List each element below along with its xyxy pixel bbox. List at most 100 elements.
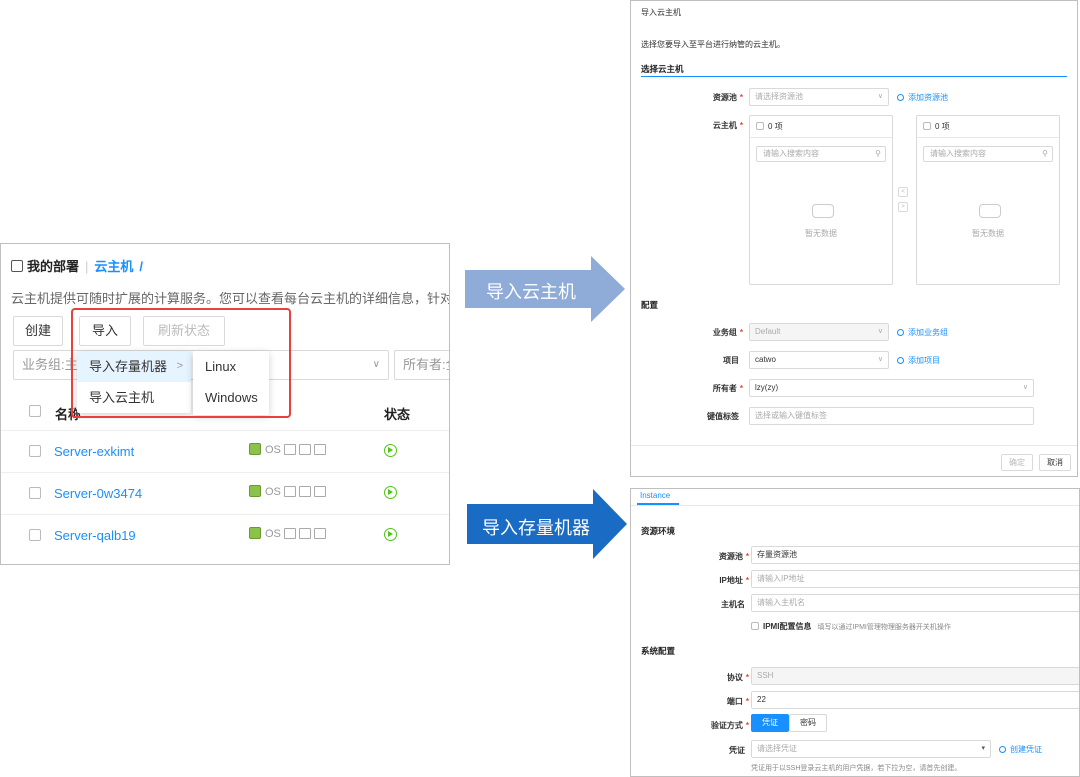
tags-input[interactable]: 选择或输入键值标签 [749, 407, 1034, 425]
add-business-group-link[interactable]: 添加业务组 [897, 327, 948, 338]
tab-instance[interactable]: Instance [640, 491, 670, 500]
transfer-right-arrow[interactable]: > [898, 202, 908, 212]
monitor-icon[interactable] [298, 528, 311, 539]
menu-item-import-existing[interactable]: 导入存量机器 > [77, 351, 191, 382]
resource-pool-select[interactable]: 存量资源池 [751, 546, 1079, 564]
download-icon[interactable] [313, 528, 326, 539]
transfer-target-header: 0 项 [917, 116, 1059, 138]
credential-select[interactable]: 请选择凭证 ▾ [751, 740, 991, 758]
caret-down-icon: ▾ [981, 745, 985, 752]
monitor-icon[interactable] [298, 444, 311, 455]
import-existing-arrow-label: 导入存量机器 [482, 518, 590, 538]
breadcrumb-current[interactable]: 云主机 [94, 259, 133, 274]
chevron-down-icon: ∨ [1022, 384, 1028, 391]
resource-pool-select[interactable]: 请选择资源池 ∨ [749, 88, 889, 106]
console-icon[interactable] [283, 444, 296, 455]
protocol-select[interactable]: SSH [751, 667, 1079, 685]
vm-label-text: 云主机 [712, 121, 737, 130]
select-all-source-checkbox[interactable] [756, 122, 764, 130]
transfer-target-list: 0 项 请输入搜索内容 ⚲ 暂无数据 [916, 115, 1060, 285]
target-search-input[interactable]: 请输入搜索内容 ⚲ [923, 146, 1053, 162]
section-config: 配置 [641, 300, 659, 310]
add-resource-pool-text: 添加资源池 [908, 93, 948, 102]
submenu-item-windows[interactable]: Windows [193, 382, 269, 413]
vm-name-link[interactable]: Server-qalb19 [54, 528, 136, 543]
console-icon[interactable] [283, 528, 296, 539]
empty-icon [812, 204, 834, 218]
auth-label: 验证方式 * [710, 721, 749, 730]
import-existing-dialog: Instance 资源环境 资源池 * 存量资源池 IP地址 * 请输入IP地址 主… [630, 488, 1080, 777]
project-select[interactable]: catwo ∨ [749, 351, 889, 369]
add-business-group-text: 添加业务组 [908, 328, 948, 337]
add-project-text: 添加项目 [908, 356, 940, 365]
row-checkbox[interactable] [29, 487, 41, 499]
credential-placeholder: 请选择凭证 [757, 744, 797, 753]
breadcrumb-root[interactable]: 我的部署 [27, 259, 79, 274]
port-input[interactable]: 22 [751, 691, 1079, 709]
port-label: 端口 * [726, 697, 749, 706]
select-all-checkbox[interactable] [29, 405, 41, 417]
tags-label: 键值标签 [707, 412, 739, 421]
breadcrumb-separator: | [85, 259, 89, 274]
ip-label: IP地址 * [719, 576, 749, 585]
owner-filter[interactable]: 所有者:全 [394, 350, 449, 380]
submenu-item-linux[interactable]: Linux [193, 351, 269, 382]
download-icon[interactable] [313, 486, 326, 497]
refresh-icon [999, 746, 1006, 753]
transfer-left-arrow[interactable]: < [898, 187, 908, 197]
menu-item-import-vm[interactable]: 导入云主机 [77, 382, 191, 413]
empty-icon [979, 204, 1001, 218]
refresh-status-button[interactable]: 刷新状态 [143, 316, 225, 346]
create-credential-link[interactable]: 创建凭证 [999, 744, 1042, 755]
os-label: OS [265, 528, 281, 540]
chevron-right-icon: > [176, 360, 183, 372]
tab-divider [631, 505, 1079, 506]
resource-pool-label-text: 资源池 [718, 552, 743, 561]
select-all-target-checkbox[interactable] [923, 122, 931, 130]
os-submenu: Linux Windows [193, 351, 269, 415]
create-button[interactable]: 创建 [13, 316, 63, 346]
row-checkbox[interactable] [29, 445, 41, 457]
owner-label-text: 所有者 [712, 384, 737, 393]
ipmi-option[interactable]: IPMI配置信息 填写以通过IPMI管理物理服务器开关机操作 [751, 621, 951, 632]
ipmi-checkbox[interactable] [751, 622, 759, 630]
cancel-button[interactable]: 取消 [1039, 454, 1071, 471]
import-button[interactable]: 导入 [79, 316, 131, 346]
source-search-input[interactable]: 请输入搜索内容 ⚲ [756, 146, 886, 162]
add-resource-pool-link[interactable]: 添加资源池 [897, 92, 948, 103]
vm-name-link[interactable]: Server-0w3474 [54, 486, 142, 501]
add-project-link[interactable]: 添加项目 [897, 355, 940, 366]
section-env: 资源环境 [641, 526, 676, 536]
protocol-label-text: 协议 [726, 673, 743, 682]
import-dropdown-menu: 导入存量机器 > 导入云主机 [77, 351, 191, 413]
download-icon[interactable] [313, 444, 326, 455]
resource-pool-label-text: 资源池 [712, 93, 737, 102]
dialog-description: 选择您要导入至平台进行纳管的云主机。 [641, 40, 785, 49]
search-icon: ⚲ [1042, 149, 1048, 158]
os-icons: OS [249, 485, 326, 498]
row-checkbox[interactable] [29, 529, 41, 541]
auth-password-option[interactable]: 密码 [789, 714, 827, 732]
hostname-label: 主机名 [721, 600, 745, 609]
business-group-select[interactable]: Default ∨ [749, 323, 889, 341]
windows-icon [249, 485, 261, 497]
credential-label: 凭证 [729, 746, 745, 755]
project-value: catwo [755, 355, 776, 364]
console-icon[interactable] [283, 486, 296, 497]
resource-pool-label: 资源池 * [718, 552, 749, 561]
monitor-icon[interactable] [298, 486, 311, 497]
column-status: 状态 [384, 407, 411, 422]
vm-name-link[interactable]: Server-exkimt [54, 444, 134, 459]
owner-label: 所有者 * [712, 384, 743, 393]
ip-label-text: IP地址 [719, 576, 743, 585]
resource-pool-placeholder: 请选择资源池 [755, 92, 803, 101]
breadcrumb-slash: / [139, 259, 144, 274]
ip-input[interactable]: 请输入IP地址 [751, 570, 1079, 588]
auth-label-text: 验证方式 [710, 721, 743, 730]
windows-icon [249, 527, 261, 539]
confirm-button[interactable]: 确定 [1001, 454, 1033, 471]
auth-credential-option[interactable]: 凭证 [751, 714, 789, 732]
os-icons: OS [249, 527, 326, 540]
owner-select[interactable]: lzy(zy) ∨ [749, 379, 1034, 397]
hostname-input[interactable]: 请输入主机名 [751, 594, 1079, 612]
